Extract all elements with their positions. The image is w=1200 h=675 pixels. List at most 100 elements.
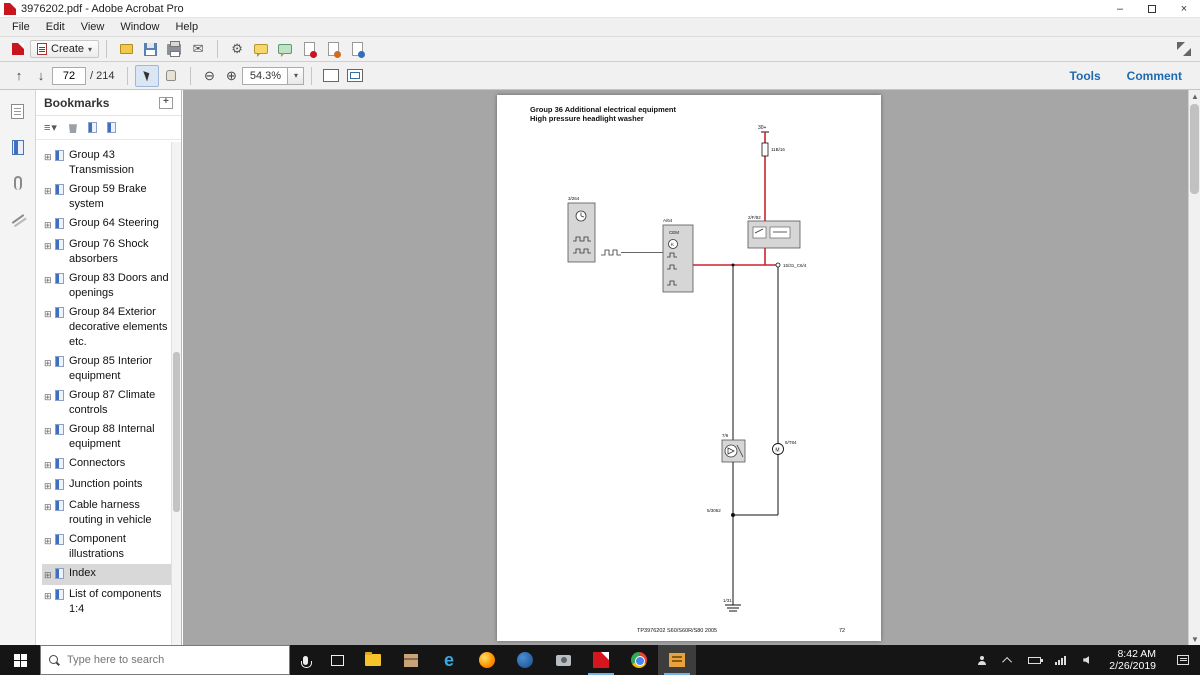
share-doc-icon[interactable] <box>345 39 369 59</box>
minimize-button[interactable]: – <box>1104 0 1136 17</box>
expand-icon[interactable]: ⊞ <box>44 390 55 405</box>
fit-page-button[interactable] <box>343 65 367 87</box>
battery-status[interactable] <box>1021 645 1047 675</box>
bookmark-item[interactable]: ⊞ Group 83 Doors and openings <box>42 269 171 303</box>
zoom-in-button[interactable]: ⊕ <box>220 66 242 86</box>
fit-width-button[interactable] <box>319 65 343 87</box>
expand-icon[interactable]: ⊞ <box>44 534 55 549</box>
taskbar-clock[interactable]: 8:42 AM 2/26/2019 <box>1099 648 1166 672</box>
scrollbar-thumb[interactable] <box>173 352 180 512</box>
bookmark-item[interactable]: ⊞ Group 64 Steering <box>42 214 171 235</box>
panel-toggle-icon[interactable] <box>6 39 30 59</box>
search-input[interactable] <box>67 654 281 666</box>
maximize-button[interactable] <box>1136 0 1168 17</box>
bookmark-item[interactable]: ⊞ Group 87 Climate controls <box>42 386 171 420</box>
taskbar-app[interactable] <box>392 645 430 675</box>
bookmark-item[interactable]: ⊞ Group 43 Transmission <box>42 146 171 180</box>
gear-icon[interactable]: ⚙ <box>225 39 249 59</box>
action-center-button[interactable] <box>1166 655 1200 665</box>
start-button[interactable] <box>0 645 40 675</box>
comment-link[interactable]: Comment <box>1127 69 1182 83</box>
zoom-level-value[interactable]: 54.3% <box>242 66 289 85</box>
zoom-out-button[interactable]: ⊖ <box>198 66 220 86</box>
volume-status[interactable] <box>1073 645 1099 675</box>
review-bubble-icon[interactable] <box>273 39 297 59</box>
taskbar-browser[interactable] <box>506 645 544 675</box>
cortana-mic-button[interactable] <box>290 645 320 675</box>
menu-file[interactable]: File <box>4 18 38 36</box>
menu-view[interactable]: View <box>73 18 113 36</box>
export-doc-icon[interactable] <box>321 39 345 59</box>
taskbar-file-explorer[interactable] <box>354 645 392 675</box>
create-button[interactable]: Create ▾ <box>30 40 100 58</box>
bookmark-item-selected[interactable]: ⊞ Index <box>42 564 171 585</box>
close-button[interactable]: × <box>1168 0 1200 17</box>
people-button[interactable] <box>969 645 995 675</box>
signatures-icon[interactable] <box>9 210 27 228</box>
scroll-down-icon[interactable]: ▼ <box>1189 633 1200 645</box>
menu-edit[interactable]: Edit <box>38 18 73 36</box>
panel-options-icon[interactable] <box>159 96 173 109</box>
email-icon[interactable]: ✉ <box>186 39 210 59</box>
network-status[interactable] <box>1047 645 1073 675</box>
expand-bookmarks-icon[interactable] <box>106 122 116 133</box>
previous-page-button[interactable]: ↑ <box>8 66 30 86</box>
expand-icon[interactable]: ⊞ <box>44 568 55 583</box>
open-icon[interactable] <box>114 39 138 59</box>
expand-icon[interactable]: ⊞ <box>44 356 55 371</box>
next-page-button[interactable]: ↓ <box>30 66 52 86</box>
menu-window[interactable]: Window <box>112 18 167 36</box>
scrollbar-thumb[interactable] <box>1190 104 1199 194</box>
attachments-icon[interactable] <box>9 174 27 192</box>
bookmark-item[interactable]: ⊞ Group 88 Internal equipment <box>42 420 171 454</box>
bookmark-item[interactable]: ⊞ Group 76 Shock absorbers <box>42 235 171 269</box>
show-hidden-icons-button[interactable] <box>995 645 1021 675</box>
bookmark-item[interactable]: ⊞ Group 59 Brake system <box>42 180 171 214</box>
print-icon[interactable] <box>162 39 186 59</box>
taskbar-chrome[interactable] <box>620 645 658 675</box>
expand-icon[interactable]: ⊞ <box>44 150 55 165</box>
zoom-dropdown-button[interactable]: ▾ <box>288 66 305 85</box>
expand-icon[interactable]: ⊞ <box>44 458 55 473</box>
toolbar-expand-icon[interactable] <box>1176 41 1192 57</box>
bookmark-item[interactable]: ⊞ List of components 1:4 <box>42 585 171 619</box>
bookmarks-panel-icon[interactable] <box>9 138 27 156</box>
task-view-button[interactable] <box>320 645 354 675</box>
hand-tool-button[interactable] <box>159 65 183 87</box>
taskbar-camera[interactable] <box>544 645 582 675</box>
select-tool-button[interactable] <box>135 64 160 87</box>
expand-icon[interactable]: ⊞ <box>44 307 55 322</box>
page-thumbnails-icon[interactable] <box>9 102 27 120</box>
expand-icon[interactable]: ⊞ <box>44 424 55 439</box>
bookmark-options-icon[interactable]: ≡▾ <box>44 121 58 134</box>
expand-icon[interactable]: ⊞ <box>44 239 55 254</box>
menu-help[interactable]: Help <box>167 18 206 36</box>
expand-icon[interactable]: ⊞ <box>44 218 55 233</box>
taskbar-firefox[interactable] <box>468 645 506 675</box>
delete-bookmark-icon[interactable] <box>68 124 77 133</box>
bookmarks-scrollbar[interactable] <box>171 142 181 645</box>
expand-icon[interactable]: ⊞ <box>44 184 55 199</box>
document-scrollbar[interactable]: ▲ ▼ <box>1188 90 1200 645</box>
expand-icon[interactable]: ⊞ <box>44 479 55 494</box>
bookmark-item[interactable]: ⊞ Group 85 Interior equipment <box>42 352 171 386</box>
page-number-input[interactable] <box>52 66 86 85</box>
bookmark-item[interactable]: ⊞ Component illustrations <box>42 530 171 564</box>
taskbar-acrobat[interactable] <box>582 645 620 675</box>
expand-icon[interactable]: ⊞ <box>44 500 55 515</box>
bookmark-item[interactable]: ⊞ Group 84 Exterior decorative elements e… <box>42 303 171 352</box>
comment-bubble-icon[interactable] <box>249 39 273 59</box>
bookmark-item[interactable]: ⊞ Connectors <box>42 454 171 475</box>
expand-icon[interactable]: ⊞ <box>44 273 55 288</box>
new-bookmark-icon[interactable] <box>87 122 97 133</box>
bookmark-item[interactable]: ⊞ Junction points <box>42 475 171 496</box>
taskbar-search[interactable] <box>40 645 290 675</box>
save-icon[interactable] <box>138 39 162 59</box>
taskbar-edge[interactable]: e <box>430 645 468 675</box>
scroll-up-icon[interactable]: ▲ <box>1189 90 1200 102</box>
bookmark-item[interactable]: ⊞ Cable harness routing in vehicle <box>42 496 171 530</box>
taskbar-app-active[interactable] <box>658 645 696 675</box>
tools-link[interactable]: Tools <box>1070 69 1101 83</box>
sign-doc-icon[interactable] <box>297 39 321 59</box>
expand-icon[interactable]: ⊞ <box>44 589 55 604</box>
